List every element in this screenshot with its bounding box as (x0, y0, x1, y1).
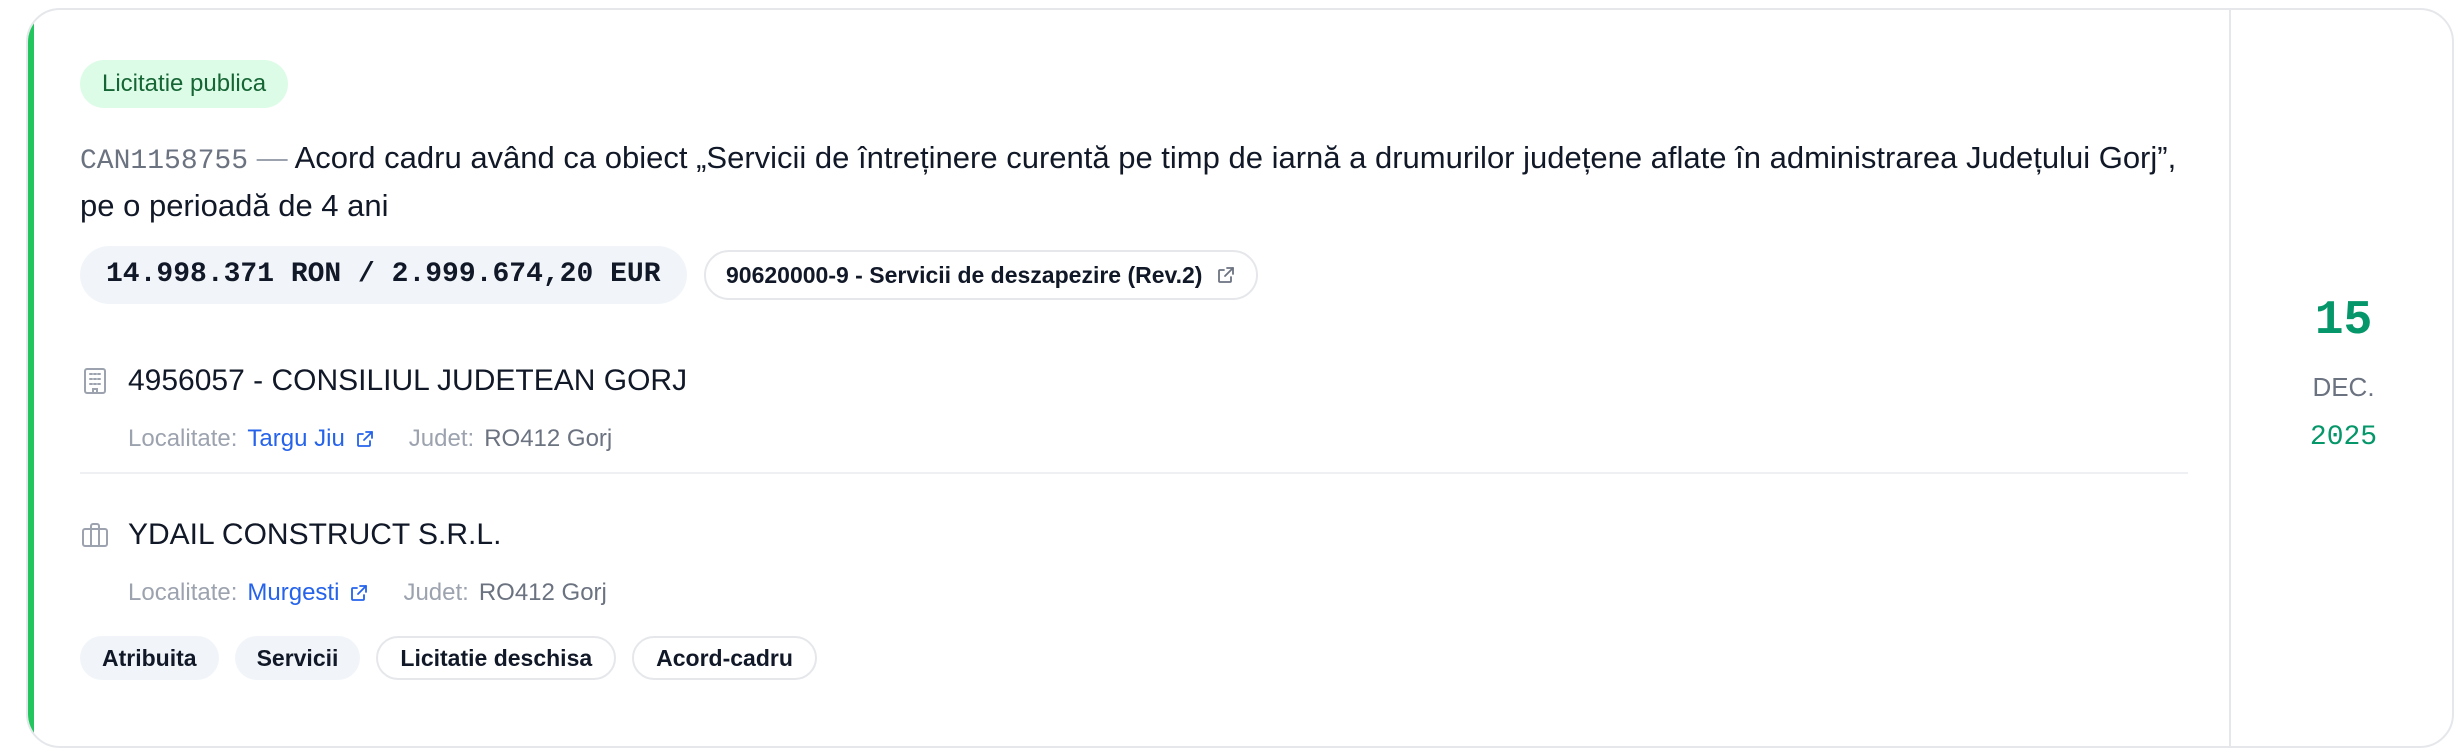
notice-card[interactable]: Licitatie publica CAN1158755 — Acord cad… (26, 8, 2454, 748)
date-year: 2025 (2309, 422, 2378, 453)
briefcase-icon (80, 520, 110, 550)
cpv-label: 90620000-9 - Servicii de deszapezire (Re… (726, 262, 1203, 288)
notice-title-text: Acord cadru având ca obiect „Servicii de… (80, 140, 2177, 223)
authority-county-label: Judet: (408, 425, 475, 452)
date-column: 15 DEC. 2025 (2229, 10, 2452, 746)
procedure-type-badge: Licitatie publica (80, 60, 289, 108)
cpv-link[interactable]: 90620000-9 - Servicii de deszapezire (Re… (704, 250, 1259, 300)
supplier-locality-link[interactable]: Murgesti (247, 577, 339, 609)
authority-county: RO412 Gorj (484, 425, 613, 452)
date-month: DEC. (2312, 372, 2375, 402)
title-separator: — (256, 140, 288, 175)
tag-category: Servicii (234, 636, 361, 680)
tag-list: Atribuita Servicii Licitatie deschisa Ac… (80, 636, 817, 680)
tag-status: Atribuita (80, 636, 219, 680)
tag-contract-type: Acord-cadru (632, 636, 817, 680)
notice-code: CAN1158755 (80, 146, 249, 177)
tag-procedure: Licitatie deschisa (376, 636, 617, 680)
status-accent-bar (28, 10, 34, 746)
authority-locality-link[interactable]: Targu Jiu (247, 423, 344, 455)
supplier-county-label: Judet: (403, 579, 469, 606)
supplier-meta: Localitate: Murgesti Judet: RO412 Gorj (128, 577, 607, 609)
external-link-icon (1216, 265, 1236, 285)
supplier-locality-label: Localitate: (128, 579, 238, 606)
authority-meta: Localitate: Targu Jiu Judet: RO412 Gorj (128, 423, 612, 455)
supplier-county: RO412 Gorj (478, 579, 607, 606)
date-day: 15 (2314, 294, 2373, 348)
external-link-icon[interactable] (349, 583, 369, 603)
authority-locality-label: Localitate: (128, 425, 238, 452)
notice-title[interactable]: CAN1158755 — Acord cadru având ca obiect… (80, 136, 2190, 228)
external-link-icon[interactable] (355, 429, 375, 449)
authority-name: 4956057 - CONSILIUL JUDETEAN GORJ (128, 364, 688, 397)
supplier-name: YDAIL CONSTRUCT S.R.L. (128, 518, 502, 551)
contract-value: 14.998.371 RON / 2.999.674,20 EUR (80, 246, 687, 304)
building-icon (80, 366, 110, 396)
section-divider (80, 472, 2188, 474)
